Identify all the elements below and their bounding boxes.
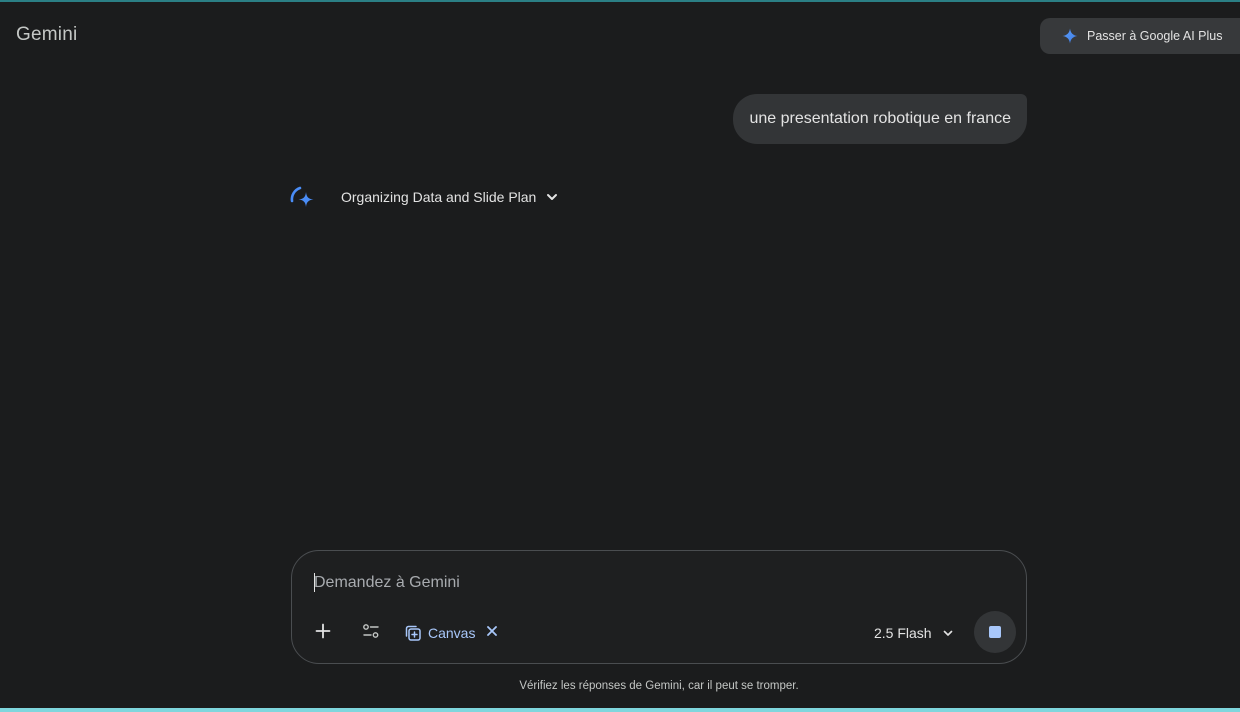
upgrade-plan-button[interactable]: Passer à Google AI Plus xyxy=(1040,18,1240,54)
canvas-chip-label: Canvas xyxy=(428,625,476,641)
plus-icon xyxy=(315,623,331,644)
canvas-tool-chip[interactable]: Canvas xyxy=(404,617,475,649)
disclaimer-text: Vérifiez les réponses de Gemini, car il … xyxy=(519,680,799,692)
close-icon xyxy=(486,624,498,642)
add-attachment-button[interactable] xyxy=(308,617,338,649)
user-message-bubble: une presentation robotique en france xyxy=(733,94,1027,144)
window-bottom-border xyxy=(0,708,1240,712)
gemini-spark-icon xyxy=(288,182,318,212)
sparkle-icon xyxy=(1062,28,1078,44)
model-selector[interactable]: 2.5 Flash xyxy=(874,617,955,649)
gemini-app: Gemini Passer à Google AI Plus une prese… xyxy=(0,0,1240,712)
thinking-expand-toggle[interactable]: Organizing Data and Slide Plan xyxy=(341,189,560,205)
upgrade-plan-label: Passer à Google AI Plus xyxy=(1087,29,1223,43)
remove-canvas-button[interactable] xyxy=(483,617,501,649)
thinking-status-label: Organizing Data and Slide Plan xyxy=(341,189,537,205)
chevron-down-icon xyxy=(941,626,955,640)
prompt-composer: Canvas 2.5 Flash xyxy=(291,550,1027,664)
tools-sliders-icon xyxy=(362,622,380,645)
brand-title[interactable]: Gemini xyxy=(16,24,77,46)
stop-icon xyxy=(989,626,1001,638)
assistant-thinking-row: Organizing Data and Slide Plan xyxy=(288,180,560,214)
text-caret xyxy=(314,573,315,592)
chevron-down-icon xyxy=(544,189,560,205)
model-selector-label: 2.5 Flash xyxy=(874,625,932,641)
stop-response-button[interactable] xyxy=(974,611,1016,653)
canvas-icon xyxy=(404,624,422,642)
prompt-input[interactable] xyxy=(314,571,994,595)
tools-button[interactable] xyxy=(356,617,386,649)
